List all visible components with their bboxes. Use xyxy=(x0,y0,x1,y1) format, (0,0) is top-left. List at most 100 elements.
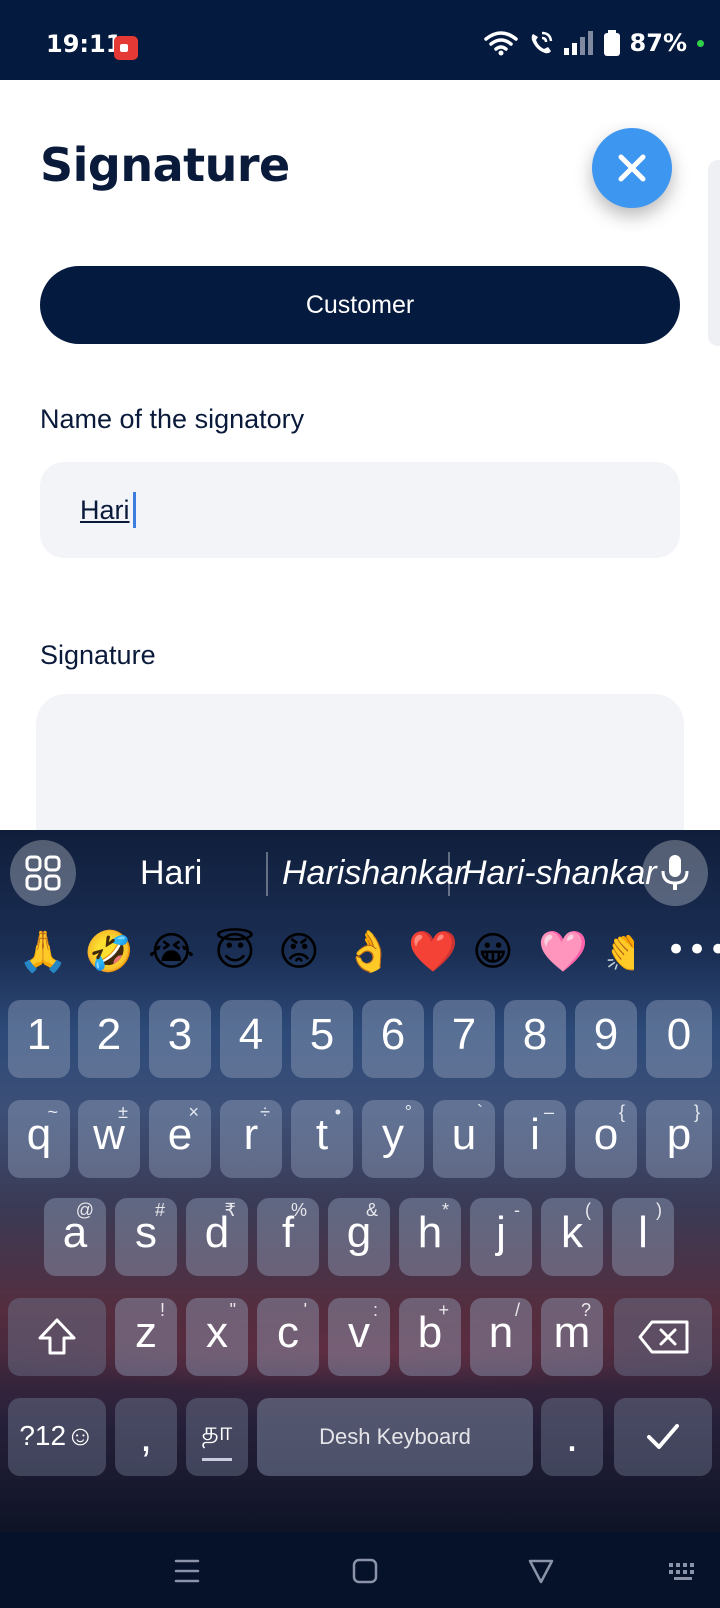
key-j[interactable]: -j xyxy=(470,1198,532,1276)
key-label: , xyxy=(139,1412,153,1461)
key-label: x xyxy=(206,1308,228,1357)
key-y[interactable]: ° y xyxy=(362,1100,424,1178)
key-n[interactable]: / n xyxy=(470,1298,532,1376)
key-r[interactable]: ÷ r xyxy=(220,1100,282,1178)
close-button[interactable] xyxy=(592,128,672,208)
space-bar[interactable]: Desh Keyboard xyxy=(257,1398,533,1476)
key-label: h xyxy=(417,1208,443,1257)
key-f[interactable]: % f xyxy=(257,1198,319,1276)
key-l[interactable]: ) l xyxy=(612,1198,674,1276)
emoji-key[interactable]: 🤣 xyxy=(84,922,134,982)
keyboard-menu-button[interactable] xyxy=(10,840,76,906)
home-icon[interactable] xyxy=(352,1558,378,1584)
key-e[interactable]: × e xyxy=(149,1100,211,1178)
shift-icon xyxy=(38,1318,76,1355)
key-label: c xyxy=(277,1308,299,1357)
emoji-key[interactable]: 😀 xyxy=(472,922,514,982)
key-o[interactable]: {o xyxy=(575,1100,637,1178)
emoji-key[interactable]: 👌 xyxy=(344,922,394,982)
key-7[interactable]: 7 xyxy=(433,1000,495,1078)
key-label: i xyxy=(530,1110,540,1159)
key-m[interactable]: ? m xyxy=(541,1298,603,1376)
emoji-key[interactable]: 😡 xyxy=(278,922,320,982)
key-4[interactable]: 4 xyxy=(220,1000,282,1078)
key-5[interactable]: 5 xyxy=(291,1000,353,1078)
recent-apps-icon[interactable] xyxy=(174,1558,200,1584)
on-screen-keyboard: Hari Harishankar Hari-shankar 🙏 🤣 😭 😇 😡 … xyxy=(0,830,720,1608)
status-icons: 87% xyxy=(483,28,704,58)
key-8[interactable]: 8 xyxy=(504,1000,566,1078)
key-t[interactable]: • t xyxy=(291,1100,353,1178)
side-panel-edge[interactable] xyxy=(708,160,720,346)
status-time: 19:11 xyxy=(46,30,123,58)
key-k[interactable]: (k xyxy=(541,1198,603,1276)
key-v[interactable]: :v xyxy=(328,1298,390,1376)
key-label: w xyxy=(93,1110,125,1159)
key-a[interactable]: @ a xyxy=(44,1198,106,1276)
key-label: p xyxy=(666,1110,692,1159)
key-label: u xyxy=(451,1110,477,1159)
key-label: 6 xyxy=(380,1010,406,1059)
key-i[interactable]: – i xyxy=(504,1100,566,1178)
key-label: 3 xyxy=(167,1010,193,1059)
key-label: g xyxy=(346,1208,372,1257)
key-label: m xyxy=(553,1308,591,1357)
emoji-key[interactable]: 🙏 xyxy=(18,922,68,982)
suggestion-2[interactable]: Harishankar xyxy=(282,854,465,893)
symbols-key[interactable]: ?12☺ xyxy=(8,1398,106,1476)
suggestion-3[interactable]: Hari-shankar xyxy=(462,854,657,893)
language-indicator xyxy=(202,1458,232,1461)
backspace-key[interactable] xyxy=(614,1298,712,1376)
key-q[interactable]: ~ q xyxy=(8,1100,70,1178)
enter-key[interactable] xyxy=(614,1398,712,1476)
emoji-key[interactable]: 😭 xyxy=(148,922,195,982)
comma-key[interactable]: , xyxy=(115,1398,177,1476)
key-z[interactable]: ! z xyxy=(115,1298,177,1376)
page-title: Signature xyxy=(40,138,290,192)
key-d[interactable]: ₹ d xyxy=(186,1198,248,1276)
keyboard-icon[interactable] xyxy=(668,1562,700,1582)
key-2[interactable]: 2 xyxy=(78,1000,140,1078)
key-u[interactable]: ` u xyxy=(433,1100,495,1178)
customer-button[interactable]: Customer xyxy=(40,266,680,344)
screen-record-icon xyxy=(114,36,138,60)
wifi-call-icon xyxy=(531,31,552,54)
signal-icon xyxy=(563,31,593,55)
key-label: n xyxy=(488,1308,514,1357)
key-label: ?12☺ xyxy=(19,1420,95,1451)
key-w[interactable]: ± w xyxy=(78,1100,140,1178)
key-p[interactable]: } p xyxy=(646,1100,712,1178)
key-label: தா xyxy=(201,1416,233,1446)
shift-key[interactable] xyxy=(8,1298,106,1376)
key-x[interactable]: " x xyxy=(186,1298,248,1376)
wifi-icon xyxy=(483,31,518,56)
more-emoji-button[interactable]: ••• xyxy=(666,930,720,970)
key-9[interactable]: 9 xyxy=(575,1000,637,1078)
battery-icon xyxy=(603,30,620,56)
suggestion-1[interactable]: Hari xyxy=(140,854,202,893)
key-h[interactable]: * h xyxy=(399,1198,461,1276)
period-key[interactable]: . xyxy=(541,1398,603,1476)
language-switch-key[interactable]: தா xyxy=(186,1398,248,1476)
key-6[interactable]: 6 xyxy=(362,1000,424,1078)
grid-icon xyxy=(25,855,61,891)
key-label: r xyxy=(243,1110,259,1159)
emoji-key[interactable]: 😇 xyxy=(214,922,256,982)
back-icon[interactable] xyxy=(528,1558,554,1584)
key-label: b xyxy=(417,1308,443,1357)
key-s[interactable]: # s xyxy=(115,1198,177,1276)
voice-input-button[interactable] xyxy=(642,840,708,906)
emoji-key[interactable]: 👏 xyxy=(604,922,634,982)
key-3[interactable]: 3 xyxy=(149,1000,211,1078)
key-0[interactable]: 0 xyxy=(646,1000,712,1078)
key-c[interactable]: ' c xyxy=(257,1298,319,1376)
emoji-key[interactable]: ❤️ xyxy=(408,922,458,982)
key-g[interactable]: & g xyxy=(328,1198,390,1276)
emoji-key[interactable]: 🩷 xyxy=(538,922,588,982)
key-label: e xyxy=(167,1110,193,1159)
key-b[interactable]: + b xyxy=(399,1298,461,1376)
privacy-indicator-dot xyxy=(697,39,704,47)
key-1[interactable]: 1 xyxy=(8,1000,70,1078)
signatory-name-input[interactable]: Hari xyxy=(40,462,680,558)
key-label: a xyxy=(62,1208,88,1257)
